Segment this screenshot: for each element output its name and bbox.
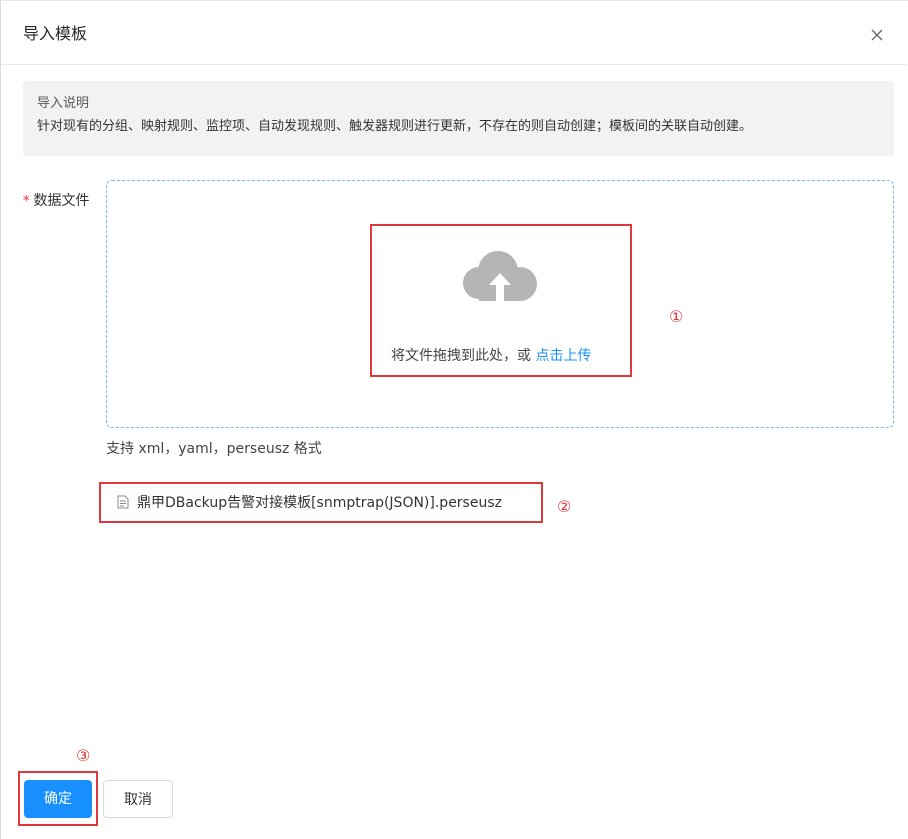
- drop-text: 将文件拖拽到此处，或: [391, 348, 531, 364]
- required-mark: *: [23, 194, 30, 209]
- data-file-label-text: 数据文件: [33, 193, 90, 209]
- dialog-title: 导入模板: [23, 24, 88, 43]
- dialog-header: 导入模板: [1, 1, 907, 65]
- import-notice: 导入说明 针对现有的分组、映射规则、监控项、自动发现规则、触发器规则进行更新，不…: [23, 81, 894, 156]
- cloud-upload-icon[interactable]: [462, 249, 538, 305]
- annotation-marker-3: ③: [76, 746, 91, 765]
- annotation-marker-1: ①: [669, 307, 684, 326]
- data-file-label: * 数据文件: [23, 191, 90, 212]
- notice-description: 针对现有的分组、映射规则、监控项、自动发现规则、触发器规则进行更新，不存在的则自…: [37, 119, 753, 134]
- uploaded-file-item[interactable]: 鼎甲DBackup告警对接模板[snmptrap(JSON)].perseusz: [117, 493, 502, 515]
- document-icon: [117, 495, 129, 515]
- cancel-button[interactable]: 取消: [103, 780, 173, 818]
- close-icon[interactable]: [867, 25, 887, 45]
- click-upload-link[interactable]: 点击上传: [535, 348, 591, 364]
- drop-hint-text: 将文件拖拽到此处，或 点击上传: [391, 346, 591, 366]
- uploaded-file-name: 鼎甲DBackup告警对接模板[snmptrap(JSON)].perseusz: [137, 495, 502, 511]
- annotation-marker-2: ②: [557, 497, 572, 516]
- confirm-button[interactable]: 确定: [24, 780, 92, 818]
- notice-title: 导入说明: [37, 96, 90, 111]
- format-hint: 支持 xml，yaml，perseusz 格式: [106, 441, 322, 457]
- import-template-dialog: 导入模板 导入说明 针对现有的分组、映射规则、监控项、自动发现规则、触发器规则进…: [0, 0, 908, 839]
